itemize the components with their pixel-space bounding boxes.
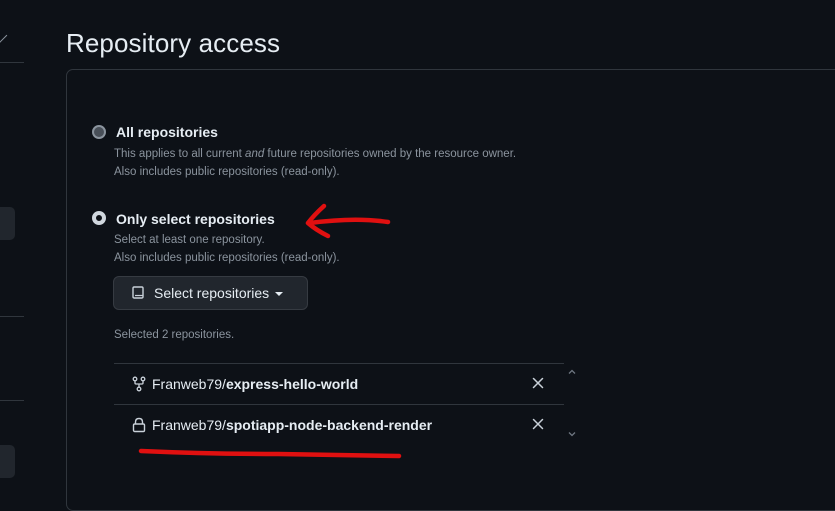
caret-down-icon (275, 292, 284, 296)
select-repositories-label: Select repositories (154, 285, 270, 301)
lock-icon (132, 417, 146, 433)
option-all-repositories-label[interactable]: All repositories (116, 124, 218, 140)
sidebar-divider (0, 62, 24, 63)
desc-text: This applies to all current (114, 148, 246, 160)
repo-icon (132, 286, 144, 299)
selected-repositories-list: Franweb79/express-hello-world Franweb79/… (114, 363, 564, 445)
repo-owner: Franweb79/ (152, 417, 226, 433)
annotation-arrow (305, 203, 391, 239)
desc-text: Select at least one repository. (114, 234, 265, 246)
remove-repo-close-icon[interactable] (530, 416, 546, 432)
scroll-down-icon[interactable] (568, 430, 576, 438)
desc-text: future repositories owned by the resourc… (264, 148, 517, 160)
annotation-underline (138, 448, 402, 459)
page-title: Repository access (66, 28, 281, 58)
repo-title: spotiapp-node-backend-render (225, 417, 433, 433)
sidebar-item[interactable] (0, 445, 15, 478)
sidebar-chevron-icon[interactable] (0, 27, 8, 44)
scroll-up-icon[interactable] (568, 368, 576, 376)
sidebar-divider (0, 400, 24, 401)
sidebar-item-active[interactable] (0, 207, 15, 240)
desc-text: Also includes public repositories (read-… (114, 252, 340, 264)
list-item: Franweb79/spotiapp-node-backend-render (114, 404, 564, 445)
selected-count: Selected 2 repositories. (114, 329, 235, 341)
repo-owner: Franweb79/ (152, 376, 226, 392)
list-item: Franweb79/express-hello-world (114, 363, 564, 404)
radio-only-select-repositories[interactable] (92, 211, 106, 225)
repo-forked-icon (132, 376, 146, 392)
sidebar-divider (0, 316, 24, 317)
desc-emphasis: and (245, 148, 265, 160)
radio-all-repositories[interactable] (92, 125, 106, 139)
repo-name: Franweb79/spotiapp-node-backend-render (152, 417, 432, 433)
remove-repo-close-icon[interactable] (530, 375, 546, 391)
option-all-repositories-description: This applies to all current and future r… (114, 145, 516, 181)
option-only-select-label[interactable]: Only select repositories (116, 211, 275, 227)
repo-title: express-hello-world (225, 376, 359, 392)
select-repositories-button[interactable]: Select repositories (113, 276, 308, 310)
repo-name: Franweb79/express-hello-world (152, 376, 358, 392)
desc-text: Also includes public repositories (read-… (114, 166, 340, 178)
